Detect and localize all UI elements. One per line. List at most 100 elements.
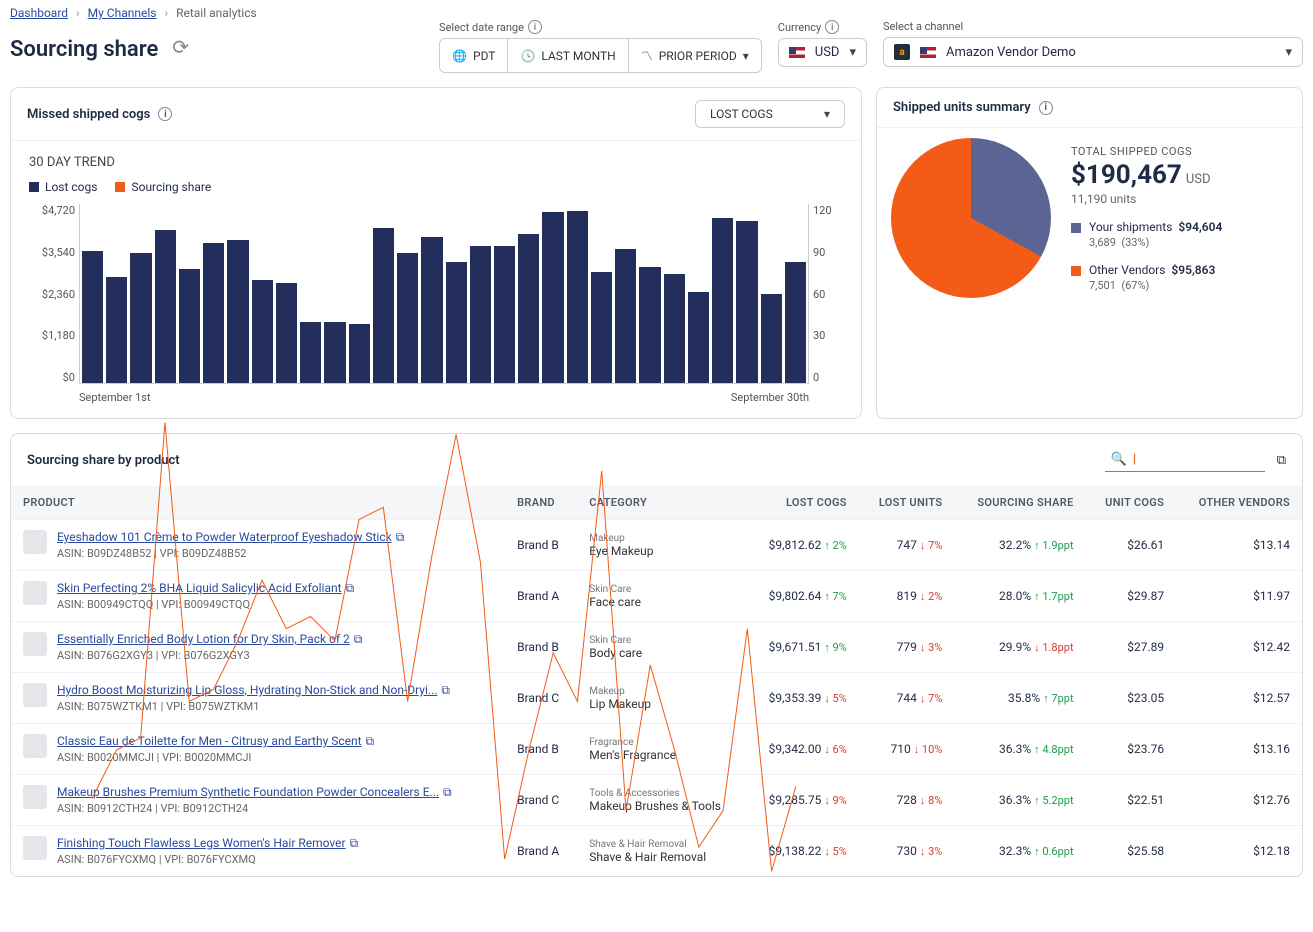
lost-units-cell: 819 2% xyxy=(859,571,955,622)
col-header[interactable]: LOST UNITS xyxy=(859,486,955,520)
legend-lost-cogs: Lost cogs xyxy=(29,180,97,194)
date-range-label: Select date range xyxy=(439,21,524,34)
currency-label: Currency xyxy=(778,21,821,34)
info-icon[interactable]: i xyxy=(1039,101,1053,115)
chevron-down-icon: ▾ xyxy=(824,107,830,121)
unit-cogs-cell: $25.58 xyxy=(1086,826,1177,877)
delta: 5% xyxy=(824,845,846,858)
currency-selector[interactable]: USD ▾ xyxy=(778,38,867,67)
delta: 5.2ppt xyxy=(1034,794,1073,807)
amazon-icon: a xyxy=(894,44,910,60)
lost-units-cell: 747 7% xyxy=(859,520,955,571)
delta: 2% xyxy=(920,590,942,603)
flag-us-icon xyxy=(789,47,805,58)
delta: 1.8ppt xyxy=(1034,641,1073,654)
unit-cogs-cell: $22.51 xyxy=(1086,775,1177,826)
delta: 8% xyxy=(920,794,942,807)
info-icon[interactable]: i xyxy=(528,20,542,34)
lost-units-cell: 710 10% xyxy=(859,724,955,775)
share-cell: 28.0% 1.7ppt xyxy=(954,571,1085,622)
legend-sourcing-share: Sourcing share xyxy=(115,180,211,194)
product-thumb xyxy=(23,734,47,758)
product-thumb xyxy=(23,632,47,656)
unit-cogs-cell: $23.05 xyxy=(1086,673,1177,724)
breadcrumb-dashboard[interactable]: Dashboard xyxy=(10,6,68,20)
product-thumb xyxy=(23,581,47,605)
pie-legend-item: Other Vendors $95,8637,501 (67%) xyxy=(1071,263,1288,292)
compare-value: PRIOR PERIOD xyxy=(659,49,737,63)
share-cell: 36.3% 4.8ppt xyxy=(954,724,1085,775)
trend-icon: 〽 xyxy=(641,47,653,64)
share-cell: 32.3% 0.6ppt xyxy=(954,826,1085,877)
x-end: September 30th xyxy=(731,391,809,404)
product-thumb xyxy=(23,530,47,554)
unit-cogs-cell: $23.76 xyxy=(1086,724,1177,775)
other-vendors-cell: $11.97 xyxy=(1176,571,1302,622)
kpi-value: $190,467 xyxy=(1071,160,1182,190)
unit-cogs-cell: $29.87 xyxy=(1086,571,1177,622)
unit-cogs-cell: $27.89 xyxy=(1086,622,1177,673)
col-header[interactable]: SOURCING SHARE xyxy=(954,486,1085,520)
date-range-selector[interactable]: 🌐 PDT 🕓 LAST MONTH 〽 PRIOR PERIOD ▾ xyxy=(439,38,762,73)
pie-legend-item: Your shipments $94,6043,689 (33%) xyxy=(1071,220,1288,249)
delta: 3% xyxy=(920,641,942,654)
delta: 1.7ppt xyxy=(1034,590,1073,603)
breadcrumb-channels[interactable]: My Channels xyxy=(88,6,157,20)
channel-label: Select a channel xyxy=(883,20,963,33)
pie-chart xyxy=(891,138,1051,298)
info-icon[interactable]: i xyxy=(158,107,172,121)
product-thumb xyxy=(23,836,47,860)
chevron-down-icon: ▾ xyxy=(743,49,749,63)
delta: 0.6ppt xyxy=(1034,845,1073,858)
card-title: Shipped units summary xyxy=(893,100,1031,115)
tz-value: PDT xyxy=(473,49,495,63)
product-thumb xyxy=(23,683,47,707)
breadcrumb-retail: Retail analytics xyxy=(176,6,257,20)
period-value: LAST MONTH xyxy=(541,49,615,63)
chevron-down-icon: ▾ xyxy=(849,45,856,60)
delta: 9% xyxy=(824,641,846,654)
delta: 9% xyxy=(824,794,846,807)
kpi-units: 11,190 units xyxy=(1071,192,1288,206)
lost-units-cell: 744 7% xyxy=(859,673,955,724)
trend-chart: $4,720$3,540$2,360$1,180$0 1209060300 Se… xyxy=(29,204,843,404)
delta: 10% xyxy=(914,743,943,756)
lost-units-cell: 730 3% xyxy=(859,826,955,877)
other-vendors-cell: $13.16 xyxy=(1176,724,1302,775)
kpi-currency: USD xyxy=(1186,172,1211,187)
info-icon[interactable]: i xyxy=(825,20,839,34)
col-header[interactable]: OTHER VENDORS xyxy=(1176,486,1302,520)
missed-cogs-card: Missed shipped cogsi LOST COGS▾ 30 DAY T… xyxy=(10,87,862,419)
delta: 5% xyxy=(824,692,846,705)
select-value: LOST COGS xyxy=(710,107,773,121)
product-thumb xyxy=(23,785,47,809)
page-title: Sourcing share xyxy=(10,37,158,62)
lost-cogs-select[interactable]: LOST COGS ▾ xyxy=(695,100,845,128)
delta: 1.9ppt xyxy=(1034,539,1073,552)
share-cell: 29.9% 1.8ppt xyxy=(954,622,1085,673)
columns-icon[interactable]: ⧉ xyxy=(1277,453,1286,468)
delta: 2% xyxy=(824,539,846,552)
shipped-summary-card: Shipped units summary i TOTAL SHIPPED COG… xyxy=(876,87,1303,419)
other-vendors-cell: $13.14 xyxy=(1176,520,1302,571)
delta: 7% xyxy=(920,692,942,705)
search-input[interactable]: 🔍| xyxy=(1105,448,1265,472)
flag-us-icon xyxy=(920,47,936,58)
chevron-down-icon: ▾ xyxy=(1285,45,1292,60)
search-icon: 🔍 xyxy=(1111,452,1127,467)
channel-selector[interactable]: a Amazon Vendor Demo ▾ xyxy=(883,37,1303,67)
card-title: Missed shipped cogs xyxy=(27,107,150,122)
other-vendors-cell: $12.18 xyxy=(1176,826,1302,877)
globe-icon: 🌐 xyxy=(452,49,467,63)
delta: 7ppt xyxy=(1043,692,1073,705)
delta: 7% xyxy=(824,590,846,603)
share-cell: 32.2% 1.9ppt xyxy=(954,520,1085,571)
sync-icon[interactable]: ⟳ xyxy=(172,35,189,59)
currency-value: USD xyxy=(815,45,840,60)
breadcrumb: Dashboard › My Channels › Retail analyti… xyxy=(10,6,1303,20)
clock-icon: 🕓 xyxy=(520,49,535,63)
channel-value: Amazon Vendor Demo xyxy=(946,45,1275,60)
kpi-label: TOTAL SHIPPED COGS xyxy=(1071,145,1288,158)
col-header[interactable]: UNIT COGS xyxy=(1086,486,1177,520)
lost-units-cell: 779 3% xyxy=(859,622,955,673)
